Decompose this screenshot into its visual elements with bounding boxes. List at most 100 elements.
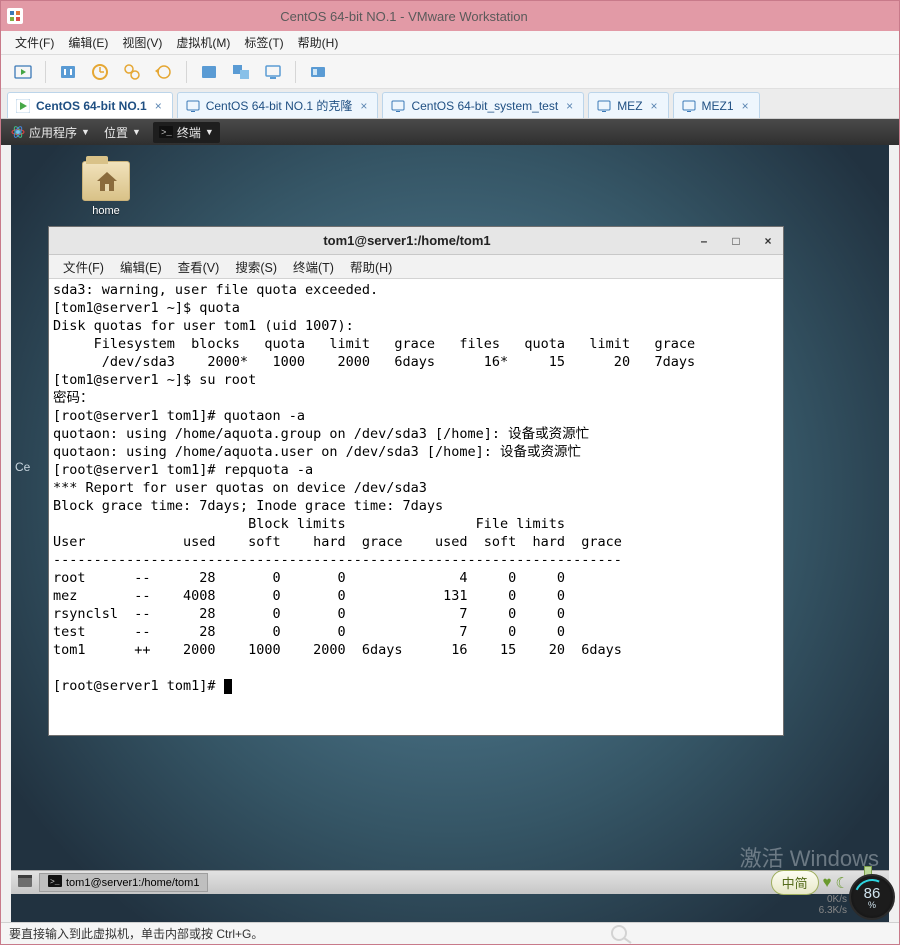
chevron-down-icon: ▼ xyxy=(81,127,90,137)
svg-text:>_: >_ xyxy=(50,878,60,887)
atom-icon xyxy=(11,125,25,139)
vm-tab-5[interactable]: MEZ1 × xyxy=(673,92,760,118)
terminal-title: tom1@server1:/home/tom1 xyxy=(117,233,697,248)
toolbar-suspend-button[interactable] xyxy=(54,59,82,85)
vm-tab-3[interactable]: CentOS 64-bit_system_test × xyxy=(382,92,584,118)
terminal-menubar: 文件(F) 编辑(E) 查看(V) 搜索(S) 终端(T) 帮助(H) xyxy=(49,255,783,279)
truncated-label: Ce xyxy=(15,460,30,474)
guest-desktop[interactable]: home Ce tom1@server1:/home/tom1 – □ × 文件… xyxy=(1,145,899,922)
term-menu-edit[interactable]: 编辑(E) xyxy=(114,256,168,277)
vm-tab-4[interactable]: MEZ × xyxy=(588,92,668,118)
toolbar-fullscreen-button[interactable] xyxy=(195,59,223,85)
tab-close-icon[interactable]: × xyxy=(649,99,660,113)
ime-indicator[interactable]: 中简 xyxy=(771,870,819,895)
vm-tab-1[interactable]: CentOS 64-bit NO.1 × xyxy=(7,92,173,118)
chevron-down-icon: ▼ xyxy=(205,127,214,137)
guest-menu-label: 应用程序 xyxy=(29,124,77,141)
menu-tabs[interactable]: 标签(T) xyxy=(240,32,287,53)
heart-icon[interactable]: ♥ xyxy=(823,874,832,891)
speedometer-widget[interactable]: 86 % xyxy=(849,874,895,920)
terminal-cursor xyxy=(224,679,232,694)
vm-tab-label: CentOS 64-bit NO.1 xyxy=(36,99,147,113)
speed-value: 86 xyxy=(864,885,881,902)
host-border-right xyxy=(889,145,899,922)
tab-close-icon[interactable]: × xyxy=(740,99,751,113)
magnifier-icon xyxy=(609,923,639,945)
vm-tab-label: MEZ1 xyxy=(702,99,734,113)
vm-icon xyxy=(682,99,696,113)
terminal-icon: >_ xyxy=(48,875,62,890)
toolbar-snapshot-manager-button[interactable] xyxy=(118,59,146,85)
terminal-text: sda3: warning, user file quota exceeded.… xyxy=(53,282,695,694)
vm-tab-label: CentOS 64-bit_system_test xyxy=(411,99,558,113)
toolbar-power-button[interactable] xyxy=(9,59,37,85)
net-up: 6.3K/s xyxy=(819,905,847,916)
svg-text:>_: >_ xyxy=(161,128,172,138)
vm-icon xyxy=(391,99,405,113)
toolbar-snapshot-button[interactable] xyxy=(86,59,114,85)
term-menu-search[interactable]: 搜索(S) xyxy=(229,256,283,277)
tab-close-icon[interactable]: × xyxy=(358,99,369,113)
speed-unit: % xyxy=(868,900,876,910)
desktop-icon-label: home xyxy=(92,205,120,217)
vm-tab-bar: CentOS 64-bit NO.1 × CentOS 64-bit NO.1 … xyxy=(1,89,899,119)
toolbar-divider xyxy=(186,61,187,83)
vmware-menubar: 文件(F) 编辑(E) 视图(V) 虚拟机(M) 标签(T) 帮助(H) xyxy=(1,31,899,55)
guest-topbar: 应用程序 ▼ 位置 ▼ >_ 终端 ▼ xyxy=(1,119,899,145)
close-button[interactable]: × xyxy=(761,234,775,248)
chevron-down-icon: ▼ xyxy=(132,127,141,137)
vm-tab-label: MEZ xyxy=(617,99,642,113)
statusbar-hint: 要直接输入到此虚拟机，单击内部或按 Ctrl+G。 xyxy=(9,925,891,942)
vmware-window: CentOS 64-bit NO.1 - VMware Workstation … xyxy=(0,0,900,945)
menu-file[interactable]: 文件(F) xyxy=(11,32,58,53)
terminal-icon: >_ xyxy=(159,126,173,138)
vm-icon xyxy=(597,99,611,113)
vm-tab-2[interactable]: CentOS 64-bit NO.1 的克隆 × xyxy=(177,92,379,118)
taskbar-terminal-button[interactable]: >_ tom1@server1:/home/tom1 xyxy=(39,873,208,892)
vmware-toolbar xyxy=(1,55,899,89)
tab-close-icon[interactable]: × xyxy=(153,99,164,113)
menu-vm[interactable]: 虚拟机(M) xyxy=(172,32,234,53)
show-desktop-icon[interactable] xyxy=(17,874,33,891)
vm-running-icon xyxy=(16,99,30,113)
vm-icon xyxy=(186,99,200,113)
term-menu-file[interactable]: 文件(F) xyxy=(57,256,110,277)
vm-tab-label: CentOS 64-bit NO.1 的克隆 xyxy=(206,97,353,114)
host-border-left xyxy=(1,145,11,922)
terminal-titlebar[interactable]: tom1@server1:/home/tom1 – □ × xyxy=(49,227,783,255)
guest-terminal-launcher[interactable]: >_ 终端 ▼ xyxy=(153,122,220,143)
vmware-logo-icon xyxy=(7,8,23,24)
menu-edit[interactable]: 编辑(E) xyxy=(64,32,112,53)
toolbar-unity-button[interactable] xyxy=(227,59,255,85)
term-menu-help[interactable]: 帮助(H) xyxy=(344,256,398,277)
vmware-statusbar: 要直接输入到此虚拟机，单击内部或按 Ctrl+G。 xyxy=(1,922,899,944)
moon-icon[interactable]: ☾ xyxy=(836,874,849,892)
term-menu-terminal[interactable]: 终端(T) xyxy=(287,256,340,277)
guest-applications-menu[interactable]: 应用程序 ▼ xyxy=(9,124,92,141)
guest-taskbar: >_ tom1@server1:/home/tom1 中简 ♥ ☾ xyxy=(11,870,889,894)
maximize-button[interactable]: □ xyxy=(729,234,743,248)
guest-places-menu[interactable]: 位置 ▼ xyxy=(102,124,143,141)
home-icon xyxy=(95,170,119,192)
window-title: CentOS 64-bit NO.1 - VMware Workstation xyxy=(29,9,779,24)
terminal-window[interactable]: tom1@server1:/home/tom1 – □ × 文件(F) 编辑(E… xyxy=(48,226,784,736)
guest-menu-label: 位置 xyxy=(104,124,128,141)
minimize-button[interactable]: – xyxy=(697,234,711,248)
toolbar-thumbnail-button[interactable] xyxy=(304,59,332,85)
menu-help[interactable]: 帮助(H) xyxy=(294,32,343,53)
toolbar-divider xyxy=(45,61,46,83)
terminal-content[interactable]: sda3: warning, user file quota exceeded.… xyxy=(49,279,783,735)
toolbar-console-button[interactable] xyxy=(259,59,287,85)
toolbar-revert-button[interactable] xyxy=(150,59,178,85)
toolbar-divider xyxy=(295,61,296,83)
desktop-home-folder[interactable]: home xyxy=(71,161,141,217)
tab-close-icon[interactable]: × xyxy=(564,99,575,113)
menu-view[interactable]: 视图(V) xyxy=(118,32,166,53)
folder-icon xyxy=(82,161,130,201)
net-down: 0K/s xyxy=(819,894,847,905)
vmware-titlebar[interactable]: CentOS 64-bit NO.1 - VMware Workstation xyxy=(1,1,899,31)
term-menu-view[interactable]: 查看(V) xyxy=(172,256,226,277)
taskbar-button-label: tom1@server1:/home/tom1 xyxy=(66,877,199,889)
guest-menu-label: 终端 xyxy=(177,124,201,141)
network-speed-label: 0K/s 6.3K/s xyxy=(819,894,847,916)
